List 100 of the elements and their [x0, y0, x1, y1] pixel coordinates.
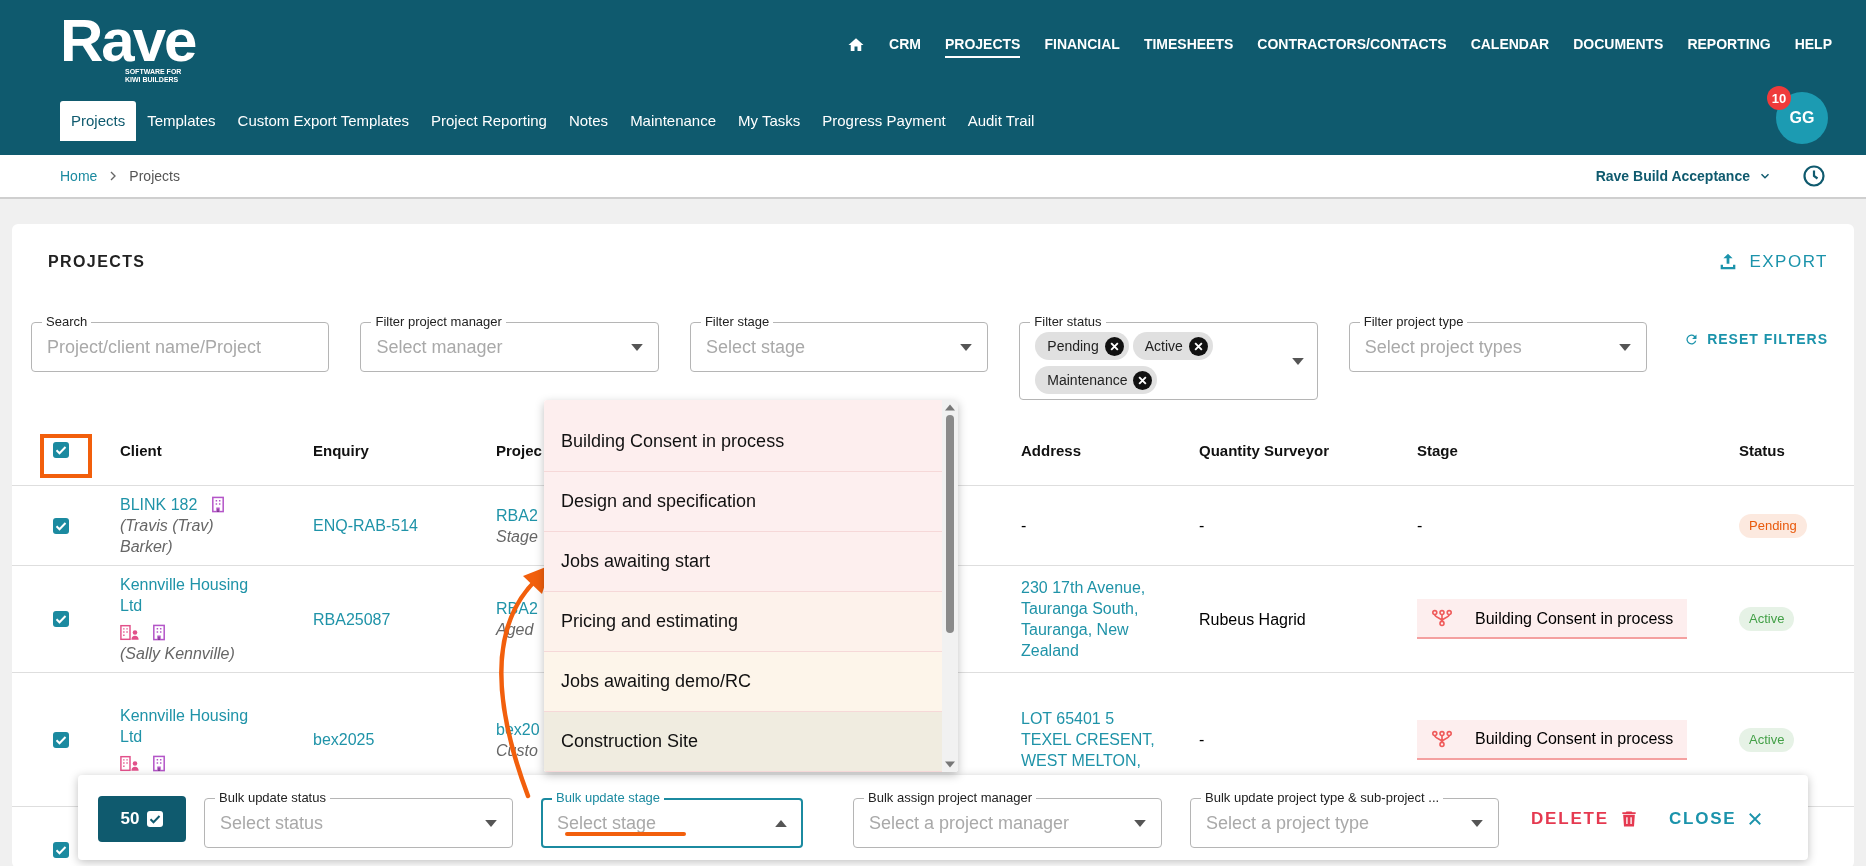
- nav-link[interactable]: FINANCIAL: [1044, 32, 1120, 58]
- caret-icon: [630, 343, 643, 351]
- filter-chip[interactable]: Active: [1132, 332, 1213, 360]
- field-placeholder: Project/client name/Project: [47, 336, 263, 358]
- close-icon[interactable]: [1104, 336, 1124, 356]
- table-cell-text: -: [1417, 516, 1423, 536]
- contact-name: (Travis (Trav) Barker): [120, 516, 215, 557]
- tab[interactable]: Projects: [60, 101, 137, 141]
- enquiry-link[interactable]: RBA25087: [313, 608, 391, 630]
- tab[interactable]: Maintenance: [619, 101, 728, 141]
- home-icon[interactable]: [847, 36, 866, 54]
- close-icon[interactable]: [1188, 336, 1208, 356]
- column-header[interactable]: Projec: [496, 439, 542, 461]
- field-placeholder: Select a project type: [1206, 812, 1371, 834]
- tab[interactable]: Audit Trail: [956, 101, 1046, 141]
- dropdown-option[interactable]: Pricing and estimating: [544, 592, 942, 652]
- nav-link[interactable]: CRM: [889, 32, 921, 58]
- column-header[interactable]: Stage: [1417, 439, 1458, 461]
- dropdown-option[interactable]: Design and specification: [544, 472, 942, 532]
- field-placeholder: Select project types: [1364, 336, 1523, 358]
- select-field[interactable]: Bulk update stage Select stage: [541, 789, 803, 848]
- enquiry-link[interactable]: ENQ-RAB-514: [313, 515, 418, 536]
- tab[interactable]: My Tasks: [727, 101, 812, 141]
- checkbox[interactable]: [53, 442, 69, 458]
- checkbox-icon: [147, 810, 164, 827]
- select-field[interactable]: Filter project type Select project types: [1348, 313, 1648, 372]
- column-header[interactable]: Client: [120, 439, 162, 461]
- close-icon[interactable]: [1133, 370, 1153, 390]
- company-selector[interactable]: Rave Build Acceptance: [1595, 168, 1772, 184]
- field-placeholder: Select manager: [376, 336, 504, 358]
- address-link[interactable]: LOT 65401 5 TEXEL CRESENT, WEST MELTON,: [1021, 708, 1166, 771]
- building-icon: [152, 755, 166, 772]
- column-header[interactable]: Status: [1739, 439, 1785, 461]
- select-field[interactable]: Filter stage Select stage: [689, 313, 989, 372]
- scrollbar[interactable]: [942, 400, 958, 772]
- caret-icon: [1134, 819, 1146, 827]
- stage-dropdown-menu[interactable]: Building Consent in process Design and specification Jobs awaiting start Pricing and estimating Jobs awaiting demo/RC Construction Site: [544, 400, 958, 772]
- delete-button[interactable]: DELETE: [1531, 808, 1639, 829]
- caret-icon: [1471, 819, 1483, 827]
- project-link[interactable]: RBA2: [496, 504, 538, 526]
- table-cell-text: -: [1021, 516, 1027, 536]
- building-icon: [211, 496, 226, 513]
- nav-link[interactable]: DOCUMENTS: [1573, 32, 1664, 58]
- status-badge: Active: [1739, 607, 1795, 631]
- tab[interactable]: Custom Export Templates: [226, 101, 421, 141]
- dropdown-option[interactable]: Building Consent in process: [544, 400, 942, 472]
- column-header[interactable]: Quantity Surveyor: [1199, 439, 1330, 461]
- stage-chip: Building Consent in process: [1417, 599, 1688, 639]
- select-field[interactable]: Filter status Pending Active Maintenance: [1019, 313, 1318, 400]
- address-link[interactable]: 230 17th Avenue, Tauranga South, Tauranga, New Zealand: [1021, 577, 1166, 661]
- breadcrumb-link[interactable]: Home: [60, 168, 98, 184]
- column-header[interactable]: Address: [1021, 439, 1082, 461]
- client-link[interactable]: Kennville Housing Ltd: [120, 574, 265, 616]
- checkbox[interactable]: [53, 731, 69, 748]
- select-field[interactable]: Bulk update project type & sub-project ... Select a project type: [1190, 789, 1499, 848]
- checkbox[interactable]: [53, 517, 69, 534]
- nav-link[interactable]: HELP: [1794, 32, 1832, 58]
- enquiry-link[interactable]: bex2025: [313, 729, 375, 750]
- table-cell-text: -: [1199, 730, 1205, 750]
- flow-icon: [1431, 729, 1453, 748]
- caret-icon: [485, 819, 497, 827]
- building-icon: [152, 624, 166, 641]
- tab[interactable]: Progress Payment: [811, 101, 957, 141]
- select-field[interactable]: Bulk update status Select status: [204, 789, 513, 848]
- field-placeholder: Select status: [220, 812, 325, 834]
- select-field[interactable]: Filter project manager Select manager: [360, 313, 659, 372]
- column-header[interactable]: Enquiry: [313, 439, 369, 461]
- checkbox[interactable]: [53, 842, 69, 858]
- nav-link[interactable]: REPORTING: [1687, 32, 1771, 58]
- dropdown-option[interactable]: Jobs awaiting demo/RC: [544, 652, 942, 712]
- close-button[interactable]: CLOSE: [1668, 808, 1765, 829]
- selected-count-button[interactable]: 50: [98, 795, 186, 842]
- clock-icon[interactable]: [1802, 164, 1826, 188]
- dropdown-option[interactable]: Construction Site: [544, 712, 942, 772]
- stage-chip: Building Consent in process: [1417, 719, 1688, 760]
- tab[interactable]: Templates: [136, 101, 227, 141]
- search-field[interactable]: Search Project/client name/Project: [31, 313, 330, 372]
- dropdown-option[interactable]: Jobs awaiting start: [544, 532, 942, 592]
- filter-chip[interactable]: Pending: [1035, 332, 1129, 360]
- checkbox[interactable]: [53, 611, 69, 627]
- table-cell-text: Rubeus Hagrid: [1199, 609, 1306, 630]
- nav-link[interactable]: CONTRACTORS/CONTACTS: [1257, 32, 1447, 58]
- scroll-up-icon[interactable]: [945, 404, 955, 411]
- export-button[interactable]: EXPORT: [1717, 251, 1828, 273]
- client-link[interactable]: BLINK 182: [120, 494, 198, 515]
- status-badge: Active: [1739, 727, 1795, 752]
- nav-link[interactable]: TIMESHEETS: [1143, 32, 1234, 58]
- client-link[interactable]: Kennville Housing Ltd: [120, 705, 265, 747]
- nav-link[interactable]: CALENDAR: [1470, 32, 1550, 58]
- panel-title: PROJECTS: [48, 253, 146, 271]
- caret-icon: [775, 819, 787, 827]
- tab[interactable]: Notes: [557, 101, 620, 141]
- nav-link[interactable]: PROJECTS: [945, 32, 1021, 58]
- filter-chip[interactable]: Maintenance: [1035, 366, 1158, 394]
- tab[interactable]: Project Reporting: [420, 101, 558, 141]
- flow-icon: [1431, 609, 1453, 627]
- status-badge: Pending: [1739, 513, 1807, 538]
- reset-filters-button[interactable]: RESET FILTERS: [1684, 331, 1829, 347]
- scroll-down-icon[interactable]: [945, 761, 955, 768]
- select-field[interactable]: Bulk assign project manager Select a project manager: [853, 789, 1162, 848]
